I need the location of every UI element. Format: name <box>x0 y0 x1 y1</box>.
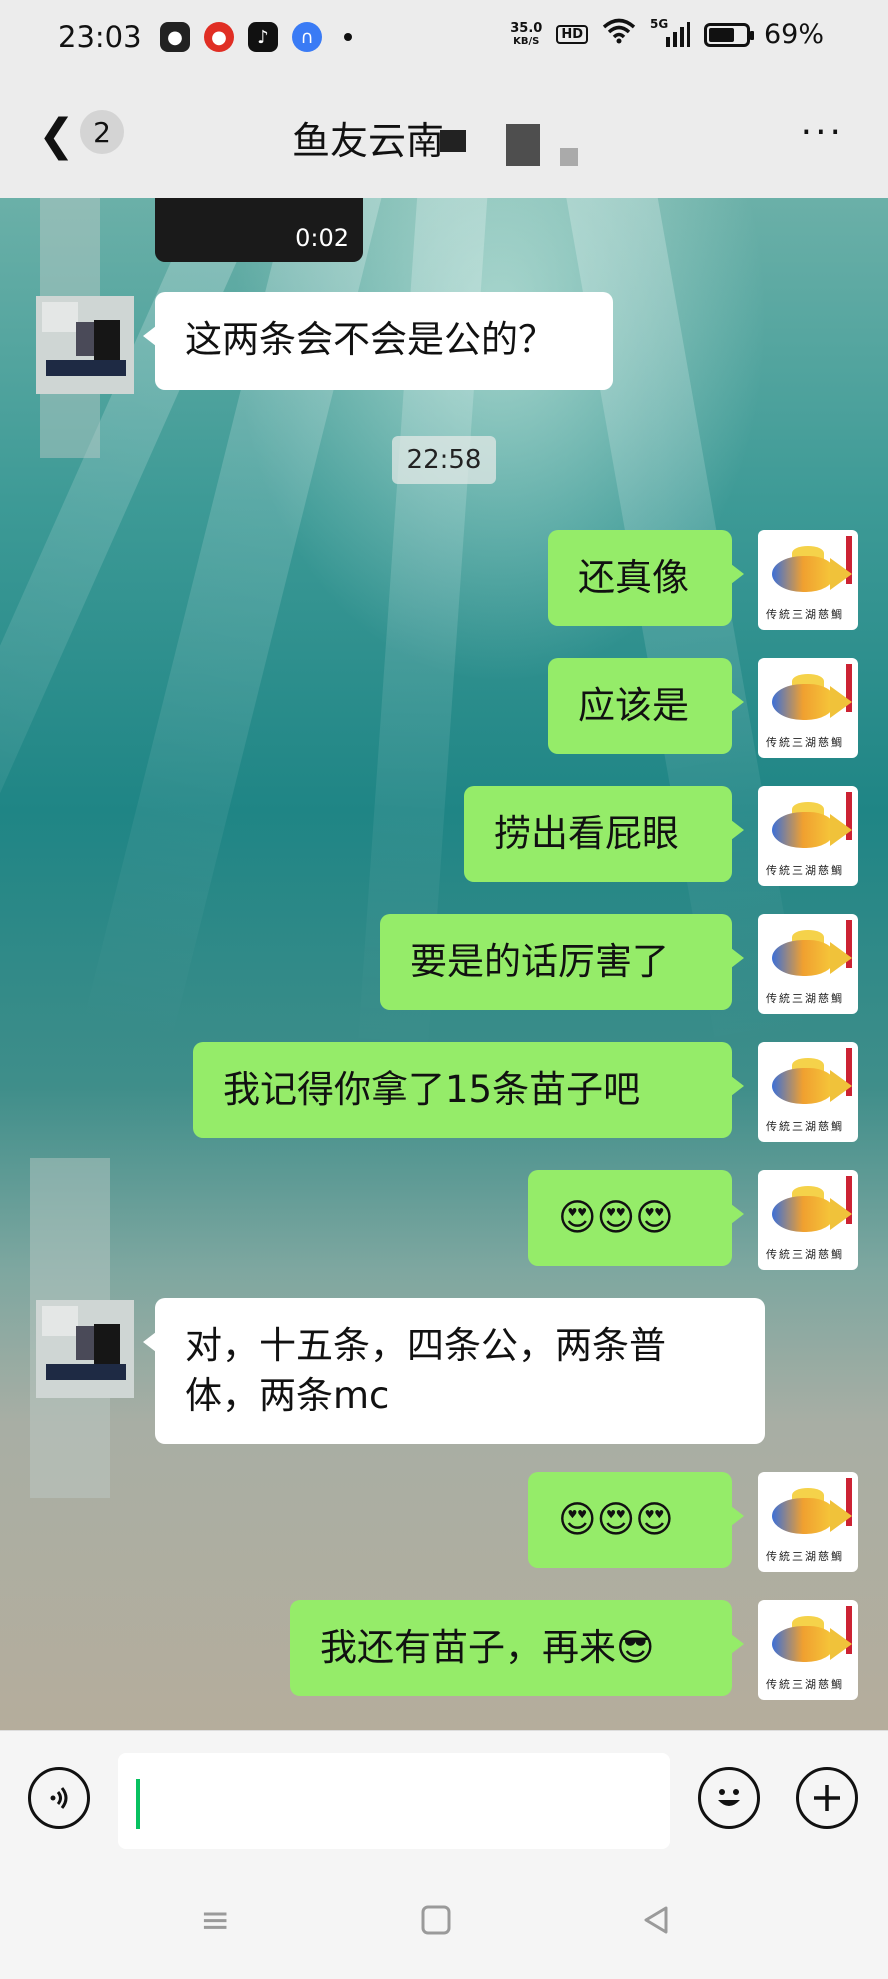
avatar-caption: 传統三湖慈鯛 <box>766 1678 844 1691</box>
message-text: 捞出看屁眼 <box>494 812 679 855</box>
avatar-caption: 传統三湖慈鯛 <box>766 1550 844 1563</box>
message-input[interactable] <box>118 1753 670 1849</box>
message-text: 😍😍😍 <box>558 1196 674 1239</box>
message-bubble[interactable]: 😍😍😍 <box>528 1170 744 1266</box>
message-text: 还真像 <box>578 556 689 599</box>
message-bubble[interactable]: 我记得你拿了15条苗子吧 <box>193 1042 744 1138</box>
baidu-netdisk-icon: ∩ <box>292 22 322 52</box>
hd-badge: HD <box>556 25 588 44</box>
message-bubble[interactable]: 应该是 <box>548 658 744 754</box>
redacted-mosaic <box>440 130 466 152</box>
chat-area[interactable]: 0:02 这两条会不会是公的？ 22:58 传統三湖慈鯛 还真像 传統三湖慈鯛 … <box>0 198 888 1730</box>
text-caret <box>136 1779 140 1829</box>
network-speed: 35.0 KB/S <box>510 22 542 48</box>
avatar-caption: 传統三湖慈鯛 <box>766 864 844 877</box>
message-bubble[interactable]: 😍😍😍 <box>528 1472 744 1568</box>
menu-icon[interactable]: ≡ <box>200 1900 230 1941</box>
add-icon[interactable] <box>796 1767 858 1829</box>
chat-title[interactable]: 鱼友云南 <box>292 110 444 165</box>
battery-icon <box>703 22 754 47</box>
my-avatar[interactable]: 传統三湖慈鯛 <box>758 1472 858 1572</box>
message-bubble[interactable]: 要是的话厉害了 <box>380 914 744 1010</box>
my-avatar[interactable]: 传統三湖慈鯛 <box>758 914 858 1014</box>
netease-music-icon: ● <box>204 22 234 52</box>
home-icon[interactable] <box>420 1904 452 1945</box>
wechat-icon: ● <box>160 22 190 52</box>
my-avatar[interactable]: 传統三湖慈鯛 <box>758 1600 858 1700</box>
my-avatar[interactable]: 传統三湖慈鯛 <box>758 1042 858 1142</box>
message-text: 应该是 <box>578 684 689 727</box>
avatar-caption: 传統三湖慈鯛 <box>766 992 844 1005</box>
clock: 23:03 <box>58 20 142 54</box>
emoji-icon[interactable] <box>698 1767 760 1829</box>
redacted-mosaic <box>560 148 578 166</box>
signal-icon: 5G <box>650 17 690 49</box>
video-message[interactable]: 0:02 <box>155 198 363 262</box>
contact-avatar[interactable] <box>36 1300 134 1398</box>
system-nav-bar: ≡ <box>0 1862 888 1979</box>
back-icon[interactable]: ❮ <box>38 114 75 158</box>
avatar-caption: 传統三湖慈鯛 <box>766 608 844 621</box>
back-nav-icon[interactable] <box>640 1904 672 1945</box>
message-bubble[interactable]: 我还有苗子，再来😎 <box>290 1600 744 1696</box>
message-text: 我记得你拿了15条苗子吧 <box>223 1068 641 1111</box>
network-speed-value: 35.0 <box>510 20 543 36</box>
network-speed-unit: KB/S <box>513 35 540 47</box>
avatar-caption: 传統三湖慈鯛 <box>766 736 844 749</box>
avatar-caption: 传統三湖慈鯛 <box>766 1248 844 1261</box>
timestamp: 22:58 <box>392 436 496 484</box>
message-bubble[interactable]: 还真像 <box>548 530 744 626</box>
my-avatar[interactable]: 传統三湖慈鯛 <box>758 1170 858 1270</box>
message-text: 对，十五条，四条公，两条普体，两条mc <box>185 1324 666 1417</box>
message-text: 这两条会不会是公的？ <box>185 318 555 361</box>
input-bar <box>0 1730 888 1863</box>
my-avatar[interactable]: 传統三湖慈鯛 <box>758 658 858 758</box>
wifi-icon <box>602 18 636 51</box>
unread-badge[interactable]: 2 <box>80 110 124 154</box>
my-avatar[interactable]: 传統三湖慈鯛 <box>758 530 858 630</box>
my-avatar[interactable]: 传統三湖慈鯛 <box>758 786 858 886</box>
more-notifications-dot <box>344 33 352 41</box>
message-bubble[interactable]: 这两条会不会是公的？ <box>143 292 613 390</box>
status-bar: 23:03 ● ● ♪ ∩ 35.0 KB/S HD 5G 69% <box>0 0 888 80</box>
redacted-mosaic <box>506 124 540 166</box>
battery-level <box>708 27 734 42</box>
battery-percent: 69% <box>763 19 824 50</box>
contact-avatar[interactable] <box>36 296 134 394</box>
tiktok-icon: ♪ <box>248 22 278 52</box>
avatar-caption: 传統三湖慈鯛 <box>766 1120 844 1133</box>
voice-input-icon[interactable] <box>28 1767 90 1829</box>
message-bubble[interactable]: 对，十五条，四条公，两条普体，两条mc <box>143 1298 765 1444</box>
notification-icons: ● ● ♪ ∩ <box>160 22 352 52</box>
message-text: 😍😍😍 <box>558 1498 674 1541</box>
message-text: 要是的话厉害了 <box>410 940 669 983</box>
message-text: 我还有苗子，再来😎 <box>320 1626 655 1669</box>
message-bubble[interactable]: 捞出看屁眼 <box>464 786 744 882</box>
more-options-icon[interactable]: ··· <box>801 112 844 153</box>
video-duration: 0:02 <box>295 224 349 252</box>
